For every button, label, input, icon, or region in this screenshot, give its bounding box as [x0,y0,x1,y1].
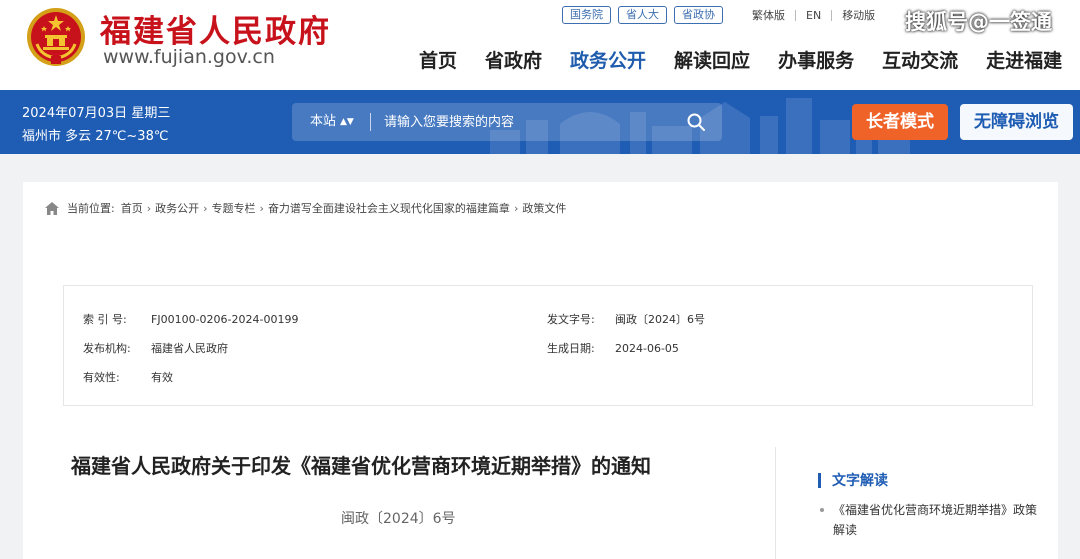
info-docno-value: 闽政〔2024〕6号 [615,313,705,326]
info-issuer-label: 发布机构: [83,342,131,355]
date-line: 2024年07月03日 星期三 [22,102,170,121]
breadcrumb-separator: › [259,201,264,215]
info-date-value: 2024-06-05 [615,342,679,355]
info-index-value: FJ00100-0206-2024-00199 [151,313,299,326]
site-header: 福建省人民政府 www.fujian.gov.cn 国务院 省人大 省政协 繁体… [0,0,1080,90]
weather-info: 福州市 多云 27℃~38℃ [22,129,169,144]
site-name[interactable]: 福建省人民政府 [100,6,331,51]
nav-item-home[interactable]: 首页 [419,46,457,73]
info-docno: 发文字号: 闽政〔2024〕6号 [547,311,705,327]
breadcrumb-special-column[interactable]: 专题专栏 [212,200,256,216]
info-docno-label: 发文字号: [547,313,595,326]
breadcrumb-public-affairs[interactable]: 政务公开 [155,200,199,216]
elder-mode-button[interactable]: 长者模式 [852,104,948,140]
current-date: 2024年07月03日 [22,106,128,121]
breadcrumb-fujian-chapter[interactable]: 奋力谱写全面建设社会主义现代化国家的福建篇章 [268,200,510,216]
language-links: 繁体版 EN 移动版 [752,7,875,23]
document-number: 闽政〔2024〕6号 [341,511,456,527]
info-issuer-value: 福建省人民政府 [151,342,228,355]
mobile-version-link[interactable]: 移动版 [842,7,875,23]
info-date-label: 生成日期: [547,342,595,355]
info-date: 生成日期: 2024-06-05 [547,340,679,356]
info-validity-value: 有效 [151,371,173,384]
breadcrumb-home[interactable]: 首页 [121,200,143,216]
nav-item-services[interactable]: 办事服务 [778,46,854,73]
up-down-arrows-icon: ▲▼ [340,117,354,127]
breadcrumb-separator: › [146,201,152,215]
quick-link-state-council[interactable]: 国务院 [562,6,611,24]
bullet-icon [820,508,824,512]
info-index: 索 引 号: FJ00100-0206-2024-00199 [83,311,298,327]
quick-link-provincial-congress[interactable]: 省人大 [618,6,667,24]
info-validity-label: 有效性: [83,371,120,384]
breadcrumb-separator: › [513,201,519,215]
search-box: 本站 ▲▼ [292,103,722,141]
sidebar-title-bar [818,472,821,488]
sidebar-title: 文字解读 [818,470,888,490]
breadcrumb: 当前位置: 首页 › 政务公开 › 专题专栏 › 奋力谱写全面建设社会主义现代化… [45,200,566,216]
sidebar-title-text: 文字解读 [832,473,888,489]
info-index-label: 索 引 号: [83,313,127,326]
breadcrumb-separator: › [203,201,208,215]
accessible-browsing-button[interactable]: 无障碍浏览 [960,104,1073,140]
search-divider [370,113,371,131]
quick-link-cppcc[interactable]: 省政协 [674,6,723,24]
nav-item-public-affairs[interactable]: 政务公开 [570,46,646,73]
watermark: 搜狐号@一签通 [905,10,1052,34]
breadcrumb-label: 当前位置: [67,202,115,215]
search-input[interactable] [384,108,664,136]
search-icon[interactable] [686,112,706,132]
quick-links: 国务院 省人大 省政协 [562,6,723,24]
document-info-box: 索 引 号: FJ00100-0206-2024-00199 发布机构: 福建省人民… [63,285,1033,406]
search-scope-select[interactable]: 本站 ▲▼ [310,103,354,141]
nav-item-government[interactable]: 省政府 [485,46,542,73]
sidebar-item-text: 《福建省优化营商环境近期举措》政策解读 [833,503,1038,537]
search-scope-label: 本站 [310,114,337,129]
search-band: 2024年07月03日 星期三 福州市 多云 27℃~38℃ 本站▲▼ 长者模式… [0,90,1080,154]
nav-item-interpretation[interactable]: 解读回应 [674,46,750,73]
home-icon [45,201,59,215]
separator [795,9,796,21]
national-emblem-icon[interactable] [25,6,87,68]
nav-item-interaction[interactable]: 互动交流 [882,46,958,73]
current-weekday: 星期三 [131,106,171,121]
column-divider [775,447,776,559]
main-nav: 首页 省政府 政务公开 解读回应 办事服务 互动交流 走进福建 [419,46,1062,73]
sidebar-item-interpretation[interactable]: 《福建省优化营商环境近期举措》政策解读 [820,500,1040,540]
site-url[interactable]: www.fujian.gov.cn [103,46,275,68]
nav-item-about-fujian[interactable]: 走进福建 [986,46,1062,73]
info-validity: 有效性: 有效 [83,369,173,385]
separator [831,9,833,21]
english-link[interactable]: EN [806,9,821,22]
content-card: 当前位置: 首页 › 政务公开 › 专题专栏 › 奋力谱写全面建设社会主义现代化… [23,182,1058,559]
document-title: 福建省人民政府关于印发《福建省优化营商环境近期举措》的通知 [71,454,651,478]
info-issuer: 发布机构: 福建省人民政府 [83,340,228,356]
traditional-chinese-link[interactable]: 繁体版 [752,7,785,23]
breadcrumb-policy-docs[interactable]: 政策文件 [522,200,566,216]
